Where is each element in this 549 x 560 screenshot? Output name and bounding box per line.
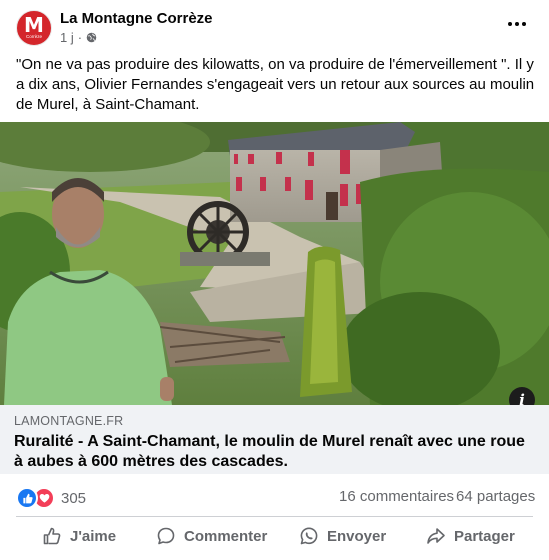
- like-button[interactable]: J'aime: [42, 519, 116, 553]
- link-title[interactable]: Ruralité - A Saint-Chamant, le moulin de…: [14, 432, 534, 472]
- page-name-link[interactable]: La Montagne Corrèze: [60, 10, 213, 27]
- link-preview-image[interactable]: i: [0, 122, 549, 405]
- actions-divider: [16, 516, 533, 517]
- avatar-logo-letter: M: [24, 13, 44, 37]
- globe-icon: [86, 32, 97, 43]
- like-label: J'aime: [70, 527, 117, 545]
- link-domain: LAMONTAGNE.FR: [14, 414, 124, 428]
- whatsapp-icon: [300, 527, 318, 545]
- share-button[interactable]: Partager: [426, 519, 515, 553]
- post-time[interactable]: 1 j: [60, 30, 74, 45]
- post-text: "On ne va pas produire des kilowatts, on…: [16, 56, 535, 113]
- send-button[interactable]: Envoyer: [299, 519, 386, 553]
- like-reaction-icon: [16, 487, 38, 509]
- post-actions: J'aime Commenter Envoyer Partager: [0, 519, 549, 557]
- post-stats: 305 16 commentaires 64 partages: [0, 484, 549, 509]
- comment-label: Commenter: [184, 527, 268, 545]
- comment-icon: [157, 527, 175, 545]
- meta-separator: ·: [77, 30, 83, 45]
- shares-count[interactable]: 64 partages: [456, 488, 535, 505]
- link-preview-box[interactable]: LAMONTAGNE.FR Ruralité - A Saint-Chamant…: [0, 405, 549, 474]
- page-avatar[interactable]: M Corrèze: [16, 10, 52, 46]
- comment-button[interactable]: Commenter: [156, 519, 267, 553]
- more-options-icon[interactable]: [507, 14, 527, 34]
- reaction-count: 305: [61, 489, 87, 507]
- comments-count[interactable]: 16 commentaires: [339, 488, 454, 505]
- thumbs-up-icon: [43, 527, 61, 545]
- share-label: Partager: [454, 527, 515, 545]
- post-meta: 1 j ·: [60, 30, 97, 45]
- avatar-logo-sub: Corrèze: [25, 34, 42, 39]
- post-header: M Corrèze La Montagne Corrèze 1 j ·: [0, 0, 549, 48]
- share-icon: [427, 528, 445, 544]
- reactions-summary[interactable]: 305: [16, 487, 86, 509]
- mill-photo: [0, 122, 549, 405]
- send-label: Envoyer: [327, 527, 387, 545]
